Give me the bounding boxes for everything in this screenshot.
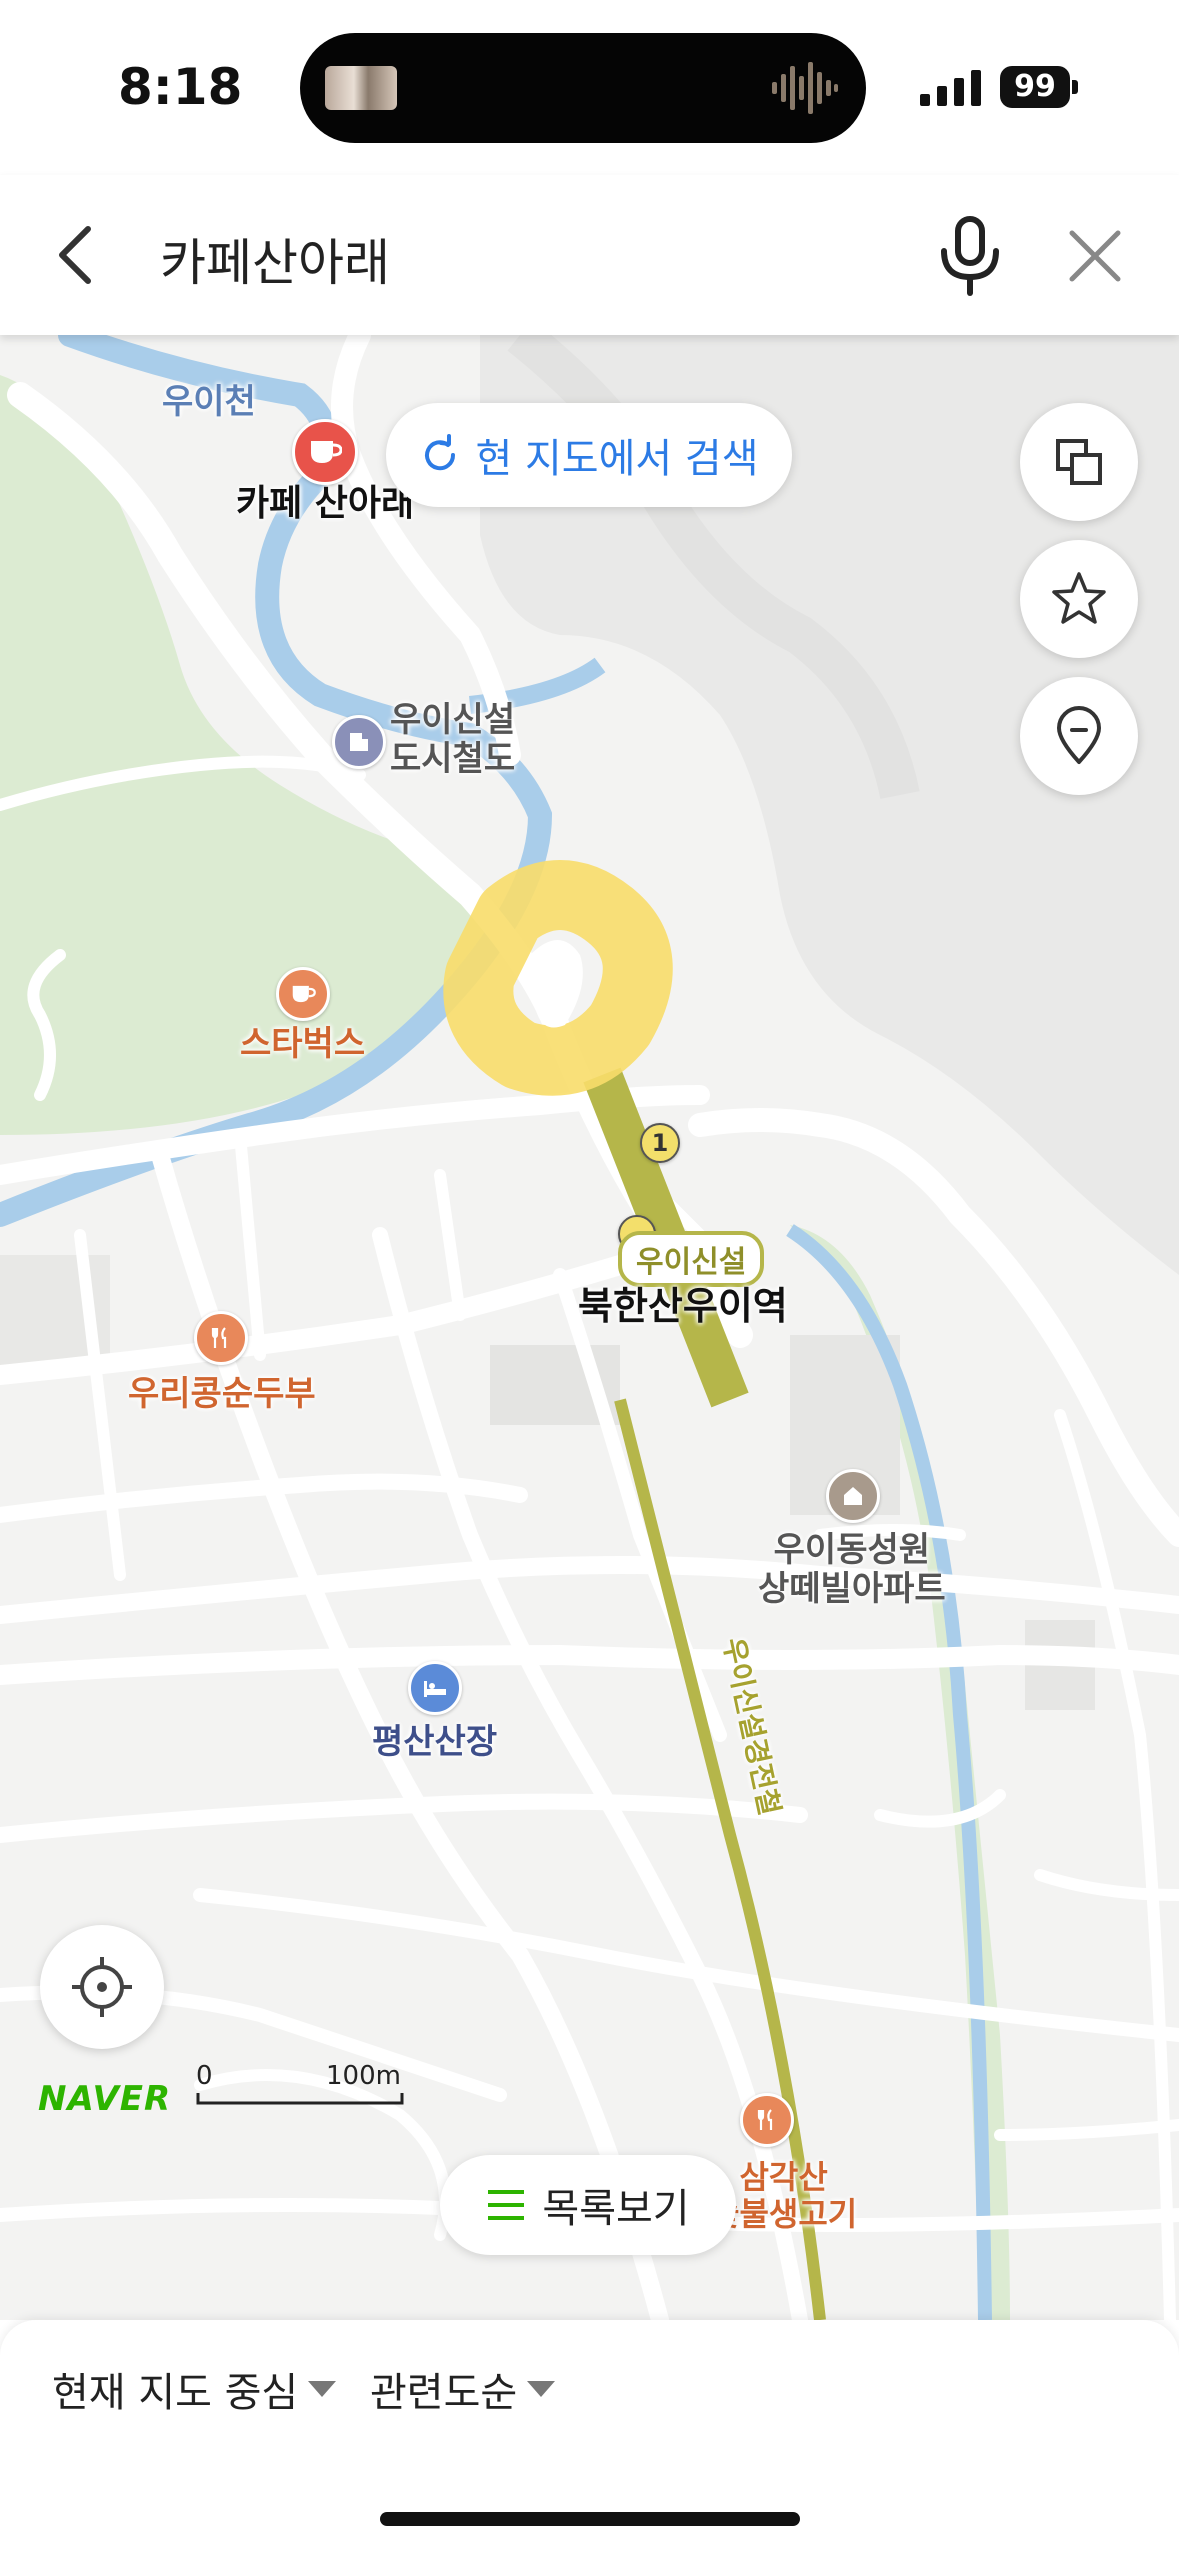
- status-time: 8:18: [118, 58, 243, 116]
- road: [0, 1473, 528, 1523]
- label-ui-sinseol-line[interactable]: 우이신설 도시철도: [390, 700, 515, 779]
- cafe-marker[interactable]: [292, 419, 358, 485]
- refresh-icon: [425, 434, 456, 471]
- fork-knife-icon: [211, 1327, 227, 1348]
- label-station[interactable]: 북한산우이역: [578, 1284, 788, 1329]
- label-tofu[interactable]: 우리콩순두부: [128, 1374, 316, 1414]
- map-view[interactable]: 우이천 카페 산아래 우이신설 도시철도 스타벅스 1 우이신설 북한산우이역 …: [0, 335, 1179, 2320]
- coffee-cup-icon: [311, 441, 342, 463]
- star-icon: [1052, 572, 1106, 624]
- rail-office-marker[interactable]: [332, 715, 386, 769]
- scale-end-label: 100m: [326, 2061, 401, 2091]
- scale-start-label: 0: [196, 2061, 213, 2091]
- label-cafe-sanarae[interactable]: 카페 산아래: [236, 483, 414, 524]
- search-this-area-label: 현 지도에서 검색: [475, 436, 759, 482]
- favorites-button[interactable]: [1020, 540, 1138, 658]
- search-this-area-button[interactable]: 현 지도에서 검색: [386, 403, 792, 507]
- crosshair-icon: [72, 1957, 132, 2017]
- road: [0, 1645, 1179, 1685]
- layers-button[interactable]: [1020, 403, 1138, 521]
- sort-filter[interactable]: 관련도순: [370, 2360, 556, 2418]
- apartment-marker[interactable]: [826, 1469, 880, 1523]
- bed-icon: [424, 1681, 446, 1697]
- dynamic-island[interactable]: [300, 33, 866, 143]
- restaurant-marker-2[interactable]: [740, 2093, 794, 2147]
- list-view-button[interactable]: 목록보기: [440, 2155, 736, 2255]
- back-button[interactable]: [44, 215, 114, 295]
- status-bar: 8:18 99: [0, 0, 1179, 175]
- station-badge[interactable]: 우이신설: [618, 1231, 765, 1287]
- battery-cap: [1072, 80, 1078, 94]
- signal-icon: [920, 70, 981, 106]
- road: [193, 1888, 1179, 2042]
- naver-logo: NAVER: [38, 2079, 172, 2119]
- place-pin-button[interactable]: [1020, 677, 1138, 795]
- sort-filter-label: 관련도순: [370, 2370, 518, 2416]
- caret-down-icon: [527, 2381, 556, 2397]
- road: [1054, 1409, 1176, 2320]
- battery-icon: 99: [1000, 66, 1070, 108]
- building-icon: [350, 733, 368, 751]
- caret-down-icon: [308, 2381, 337, 2397]
- label-apartment[interactable]: 우이동성원 상떼빌아파트: [758, 1530, 946, 1609]
- home-indicator[interactable]: [380, 2512, 800, 2526]
- map-center-filter-label: 현재 지도 중심: [52, 2370, 299, 2416]
- label-starbucks[interactable]: 스타벅스: [240, 1024, 365, 1064]
- list-icon: [488, 2190, 525, 2220]
- list-view-label: 목록보기: [542, 2186, 690, 2232]
- location-pin-icon: [1057, 706, 1101, 764]
- search-input[interactable]: 카페산아래: [160, 223, 390, 295]
- cafe-marker-starbucks[interactable]: [276, 967, 330, 1021]
- search-bar: 카페산아래: [0, 175, 1179, 335]
- label-stream-ui: 우이천: [162, 382, 256, 422]
- road: [874, 1789, 1006, 1828]
- clear-search-button[interactable]: [1060, 221, 1130, 291]
- now-playing-thumbnail: [325, 66, 397, 110]
- map-scale: 0 100m: [196, 2061, 406, 2111]
- road: [0, 1556, 1179, 1624]
- scale-bar: [196, 2093, 404, 2105]
- house-icon: [844, 1487, 862, 1505]
- fork-knife-icon: [757, 2109, 773, 2130]
- restaurant-marker[interactable]: [194, 1311, 248, 1365]
- layers-icon: [1056, 439, 1102, 485]
- microphone-button[interactable]: [930, 213, 1010, 297]
- audio-waveform-icon: [772, 62, 838, 114]
- road: [994, 2119, 1179, 2141]
- map-center-filter[interactable]: 현재 지도 중심: [52, 2360, 337, 2418]
- station-exit-marker: 1: [640, 1123, 680, 1163]
- road: [434, 1169, 466, 1321]
- label-pyeongsan[interactable]: 평산산장: [372, 1722, 497, 1762]
- search-highlight-center: [530, 940, 583, 1028]
- lodging-marker[interactable]: [408, 1661, 462, 1715]
- road: [0, 1793, 808, 1843]
- coffee-cup-icon: [292, 985, 316, 1003]
- my-location-button[interactable]: [40, 1925, 164, 2049]
